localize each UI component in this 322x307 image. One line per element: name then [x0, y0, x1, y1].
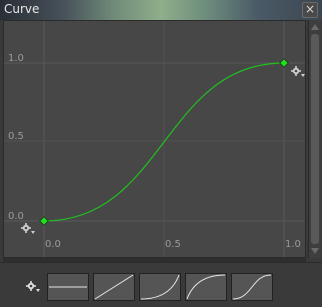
curve-key[interactable] [39, 216, 49, 226]
preset-ease-out[interactable] [185, 273, 227, 301]
y-tick-label: 0.5 [8, 131, 24, 142]
preset-ease-in-out[interactable] [231, 273, 273, 301]
preset-ease-in[interactable] [139, 273, 181, 301]
y-tick-label: 1.0 [8, 53, 24, 64]
gear-icon[interactable] [26, 281, 40, 293]
vertical-scrollbar[interactable] [308, 20, 321, 258]
scrollbar-thumb[interactable] [311, 34, 319, 244]
preset-bar [0, 262, 322, 307]
gear-icon[interactable] [291, 66, 305, 78]
window-titlebar: Curve × [0, 0, 322, 20]
x-tick-label: 0.0 [45, 239, 61, 250]
curve-key[interactable] [279, 58, 289, 68]
scroll-down-icon[interactable] [311, 248, 319, 254]
curve-editor[interactable]: 1.0 0.5 0.0 0.0 0.5 1.0 [3, 20, 306, 258]
preset-constant[interactable] [47, 273, 89, 301]
curve-graph[interactable]: 1.0 0.5 0.0 0.0 0.5 1.0 [4, 21, 305, 257]
x-tick-label: 0.5 [165, 239, 181, 250]
preset-linear[interactable] [93, 273, 135, 301]
scroll-up-icon[interactable] [311, 24, 319, 30]
x-tick-label: 1.0 [285, 239, 301, 250]
close-icon[interactable]: × [302, 2, 318, 18]
gear-icon[interactable] [21, 223, 35, 235]
window-title: Curve [4, 2, 40, 16]
y-tick-label: 0.0 [8, 211, 24, 222]
